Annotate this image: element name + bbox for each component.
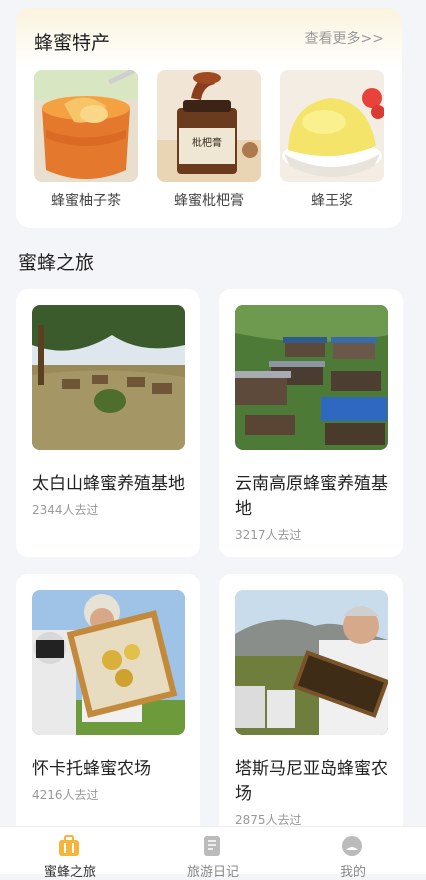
royal-jelly-bowl-image (280, 70, 384, 182)
plateau-hives-image (235, 305, 388, 450)
product-name: 蜂蜜枇杷膏 (174, 193, 244, 209)
place-card-yunnan[interactable]: 云南高原蜂蜜养殖基地 3217人去过 (219, 289, 403, 557)
place-card-tasmania[interactable]: 塔斯马尼亚岛蜂蜜农场 2875人去过 (219, 574, 403, 842)
tab-travel-diary[interactable]: 旅游日记 (143, 827, 283, 880)
visit-count: 2344人去过 (32, 503, 99, 517)
product-name: 蜂王浆 (311, 193, 353, 209)
visit-count: 4216人去过 (32, 788, 99, 802)
product-honey-citron-tea[interactable]: 蜂蜜柚子茶 (34, 70, 138, 210)
suitcase-icon (58, 835, 80, 857)
place-name: 太白山蜂蜜养殖基地 (32, 474, 185, 494)
place-card-taibai[interactable]: 太白山蜂蜜养殖基地 2344人去过 (16, 289, 200, 557)
tab-mine[interactable]: 我的 (283, 827, 423, 880)
tab-label: 旅游日记 (186, 865, 239, 880)
tab-bee-journey[interactable]: 蜜蜂之旅 (0, 827, 140, 880)
place-name: 云南高原蜂蜜养殖基地 (235, 474, 388, 519)
profile-icon (341, 835, 363, 857)
tab-label: 我的 (339, 865, 366, 880)
bottom-tab-bar: 蜜蜂之旅 旅游日记 我的 (0, 826, 426, 880)
honey-citron-tea-image (34, 70, 138, 182)
loquat-syrup-jar-image: 枇杷膏 (157, 70, 261, 182)
notebook-icon (201, 835, 223, 857)
see-more-link[interactable]: 查看更多>> (305, 28, 384, 48)
specialty-title: 蜂蜜特产 (34, 32, 111, 54)
product-loquat-syrup[interactable]: 枇杷膏 蜂蜜枇杷膏 (157, 70, 261, 210)
tasmania-beekeeper-image (235, 590, 388, 735)
product-name: 蜂蜜柚子茶 (51, 193, 121, 209)
apiary-field-image (32, 305, 185, 450)
place-name: 怀卡托蜂蜜农场 (32, 759, 151, 779)
place-name: 塔斯马尼亚岛蜂蜜农场 (235, 759, 388, 804)
visit-count: 3217人去过 (235, 528, 302, 542)
specialty-card: 蜂蜜特产 查看更多>> 蜂蜜柚子茶 枇杷膏 蜂蜜枇杷膏 蜂王浆 (16, 8, 402, 228)
place-card-waikato[interactable]: 怀卡托蜂蜜农场 4216人去过 (16, 574, 200, 842)
product-royal-jelly[interactable]: 蜂王浆 (280, 70, 384, 210)
beekeeper-frame-image (32, 590, 185, 735)
journey-section-title: 蜜蜂之旅 (18, 252, 95, 274)
tab-label: 蜜蜂之旅 (43, 865, 96, 880)
jar-label: 枇杷膏 (192, 138, 222, 149)
